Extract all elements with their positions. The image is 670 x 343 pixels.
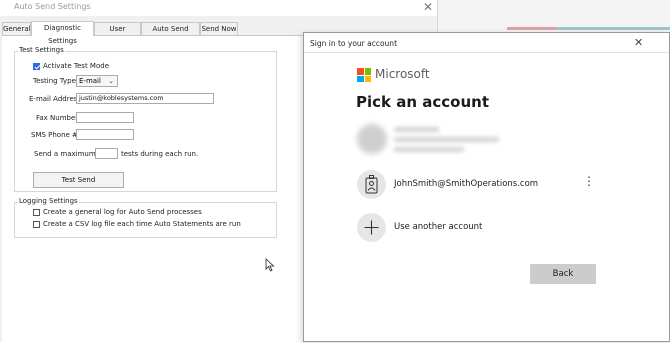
avatar — [357, 124, 387, 154]
sign-in-dialog: Sign in to your account ✕ Microsoft Pick… — [303, 32, 670, 342]
max-tests-field[interactable] — [95, 148, 118, 159]
close-icon[interactable]: ✕ — [423, 0, 433, 14]
logging-settings-title: Logging Settings — [18, 197, 79, 205]
plus-icon — [357, 213, 386, 242]
dialog-title: Sign in to your account — [310, 39, 398, 48]
use-another-account-label: Use another account — [394, 222, 483, 232]
app-titlebar: Auto Send Settings ✕ — [0, 0, 437, 16]
back-button[interactable]: Back — [530, 264, 596, 284]
email-field[interactable]: justin@koblesystems.com — [76, 93, 214, 104]
tab-user-settings[interactable]: User Settings — [94, 22, 141, 46]
more-options-icon[interactable]: ⋮ — [583, 174, 595, 188]
testing-type-select[interactable]: E-mail ⌄ — [76, 75, 118, 87]
test-send-button[interactable]: Test Send — [33, 172, 124, 188]
fax-label: Fax Number: — [36, 114, 81, 122]
badge-person-icon — [357, 170, 386, 199]
microsoft-logo-icon — [357, 68, 371, 82]
csv-log-label: Create a CSV log file each time Auto Sta… — [43, 220, 241, 228]
tab-send-now[interactable]: Send Now — [200, 22, 238, 35]
page-title: Pick an account — [356, 93, 489, 111]
tab-general[interactable]: General — [2, 22, 31, 35]
blurred-name — [394, 127, 439, 132]
tab-auto-send-modes[interactable]: Auto Send Modes — [141, 22, 200, 46]
testing-type-label: Testing Type: — [33, 77, 79, 85]
app-title: Auto Send Settings — [14, 2, 91, 11]
tab-diagnostic-settings[interactable]: Diagnostic Settings — [31, 21, 94, 45]
sms-label: SMS Phone #: — [31, 131, 81, 139]
blurred-status — [394, 147, 464, 152]
chevron-down-icon: ⌄ — [108, 77, 114, 85]
mouse-pointer-icon — [265, 258, 275, 272]
divider — [304, 52, 669, 53]
brand-name: Microsoft — [375, 67, 430, 81]
close-icon[interactable]: ✕ — [634, 36, 643, 49]
desktop-stripe — [557, 27, 670, 30]
account-email: JohnSmith@SmithOperations.com — [394, 179, 539, 189]
desktop-stripe — [507, 27, 557, 30]
max-tests-suffix: tests during each run. — [121, 150, 199, 158]
csv-log-checkbox[interactable] — [33, 221, 40, 228]
blurred-email — [394, 137, 499, 142]
sms-field[interactable] — [76, 129, 134, 140]
testing-type-value: E-mail — [79, 77, 101, 85]
activate-test-mode-checkbox[interactable] — [33, 63, 40, 70]
general-log-label: Create a general log for Auto Send proce… — [43, 208, 202, 216]
fax-field[interactable] — [76, 112, 134, 123]
activate-test-mode-label: Activate Test Mode — [43, 62, 109, 70]
general-log-checkbox[interactable] — [33, 209, 40, 216]
